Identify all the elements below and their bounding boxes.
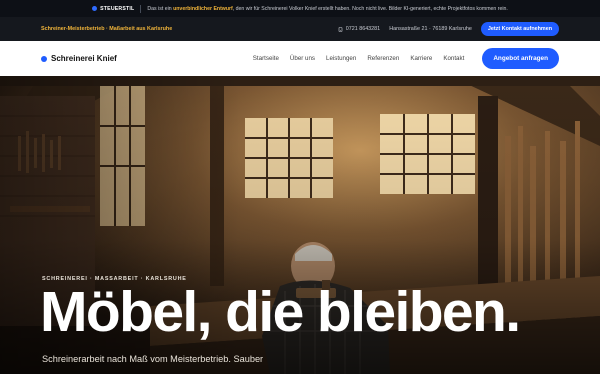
phone-icon	[338, 26, 343, 32]
notice-text-after: , den wir für Schreinerei Volker Knief e…	[232, 5, 508, 12]
notice-brand-label: STEUERSTIL	[100, 5, 135, 12]
nav-item-karriere[interactable]: Karriere	[410, 55, 432, 62]
notice-divider	[140, 4, 142, 13]
notice-text-before: Das ist ein	[147, 5, 174, 12]
nav-menu: Startseite Über uns Leistungen Referenze…	[253, 55, 465, 62]
notice-brand: STEUERSTIL	[92, 6, 134, 12]
company-tagline: Schreiner-Meisterbetrieb · Maßarbeit aus…	[41, 26, 173, 32]
nav-item-kontakt[interactable]: Kontakt	[443, 55, 464, 62]
hero-headline: Möbel, die bleiben.	[40, 280, 521, 344]
brand-dot-icon	[92, 6, 98, 11]
logo[interactable]: Schreinerei Knief	[41, 54, 117, 63]
phone-number: 0721 8643281	[345, 26, 381, 32]
nav-item-leistungen[interactable]: Leistungen	[326, 55, 356, 62]
contact-button[interactable]: Jetzt Kontakt aufnehmen	[480, 22, 559, 36]
notice-highlight: unverbindlicher Entwurf	[173, 5, 233, 12]
hero-subline: Schreinerarbeit nach Maß vom Meisterbetr…	[42, 354, 264, 364]
logo-text: Schreinerei Knief	[51, 54, 117, 63]
info-bar: Schreiner-Meisterbetrieb · Maßarbeit aus…	[0, 17, 600, 41]
hero-section: SCHREINEREI · MASSARBEIT · KARLSRUHE Möb…	[0, 76, 600, 374]
draft-notice-bar: STEUERSTIL Das ist ein unverbindlicher E…	[0, 0, 600, 17]
address-text: Hansastraße 21 · 76189 Karlsruhe	[389, 26, 472, 32]
nav-item-referenzen[interactable]: Referenzen	[367, 55, 399, 62]
nav-item-ueber-uns[interactable]: Über uns	[290, 55, 315, 62]
main-navigation: Schreinerei Knief Startseite Über uns Le…	[0, 41, 600, 76]
request-offer-button[interactable]: Angebot anfragen	[482, 48, 559, 69]
phone-link[interactable]: 0721 8643281	[338, 26, 380, 32]
nav-item-startseite[interactable]: Startseite	[253, 55, 279, 62]
notice-text: Das ist ein unverbindlicher Entwurf, den…	[147, 6, 507, 12]
info-bar-right: 0721 8643281 Hansastraße 21 · 76189 Karl…	[338, 22, 559, 36]
logo-dot-icon	[41, 55, 47, 62]
